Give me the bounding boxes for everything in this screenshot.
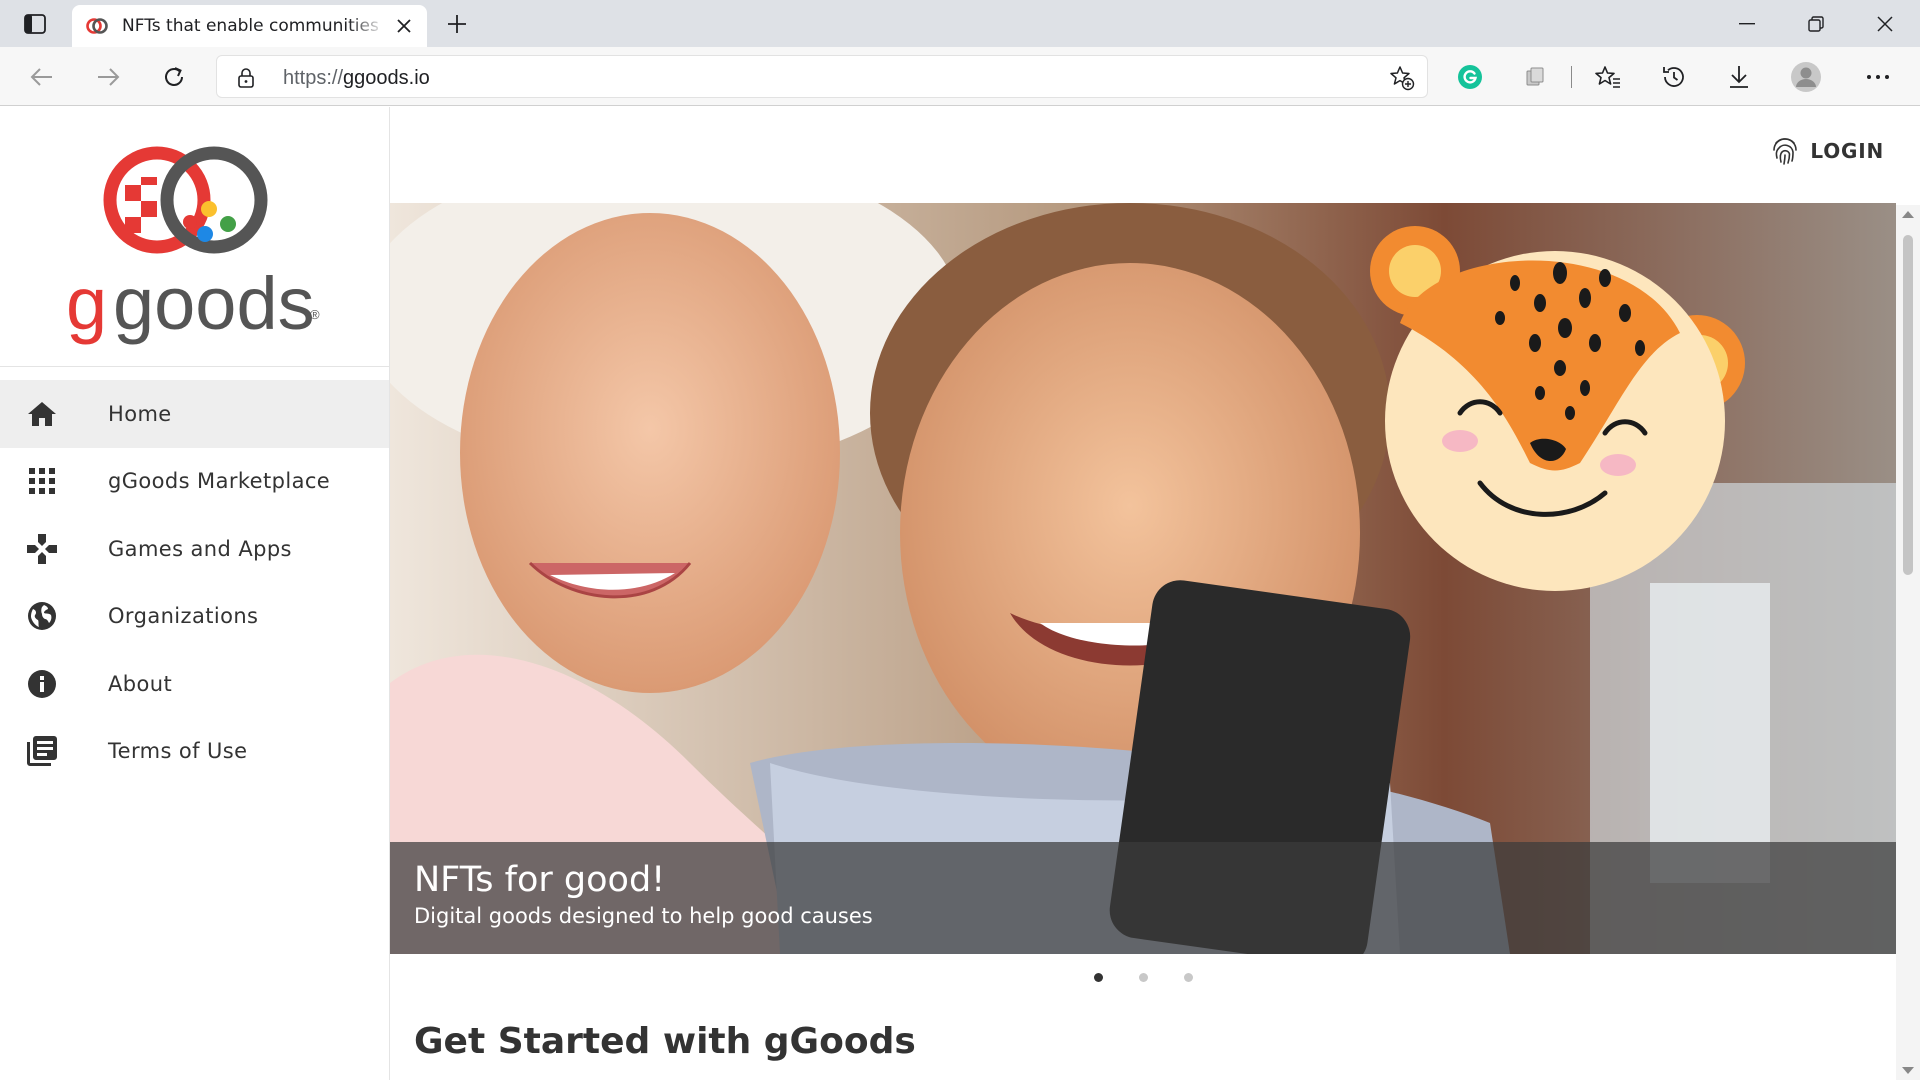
scroll-down-arrow-icon[interactable] xyxy=(1902,1067,1914,1074)
collections-extension-button[interactable] xyxy=(1515,57,1555,97)
sidebar-item-home[interactable]: Home xyxy=(0,380,389,448)
new-tab-button[interactable] xyxy=(440,9,474,39)
history-icon xyxy=(1663,67,1684,87)
address-bar[interactable]: https://ggoods.io xyxy=(216,55,1428,98)
globe-icon xyxy=(26,600,58,632)
back-button[interactable] xyxy=(22,57,62,97)
add-favorite-icon[interactable] xyxy=(1389,65,1415,95)
plus-icon xyxy=(448,15,466,33)
logo-g-letter: g xyxy=(66,262,107,345)
extension-puzzle-icon xyxy=(1526,67,1544,86)
grammarly-extension-button[interactable] xyxy=(1450,57,1490,97)
tab-close-icon[interactable] xyxy=(393,15,415,37)
sidebar-item-label: gGoods Marketplace xyxy=(108,469,331,494)
lock-icon[interactable] xyxy=(237,67,255,93)
info-icon xyxy=(26,668,58,700)
ggoods-logo[interactable]: g goods ® xyxy=(0,107,390,367)
logo-area[interactable]: g goods ® xyxy=(0,107,390,367)
restore-button[interactable] xyxy=(1783,0,1849,47)
url-scheme: https:// xyxy=(283,67,344,89)
download-icon xyxy=(1730,66,1748,88)
refresh-icon xyxy=(165,67,183,86)
arrow-left-icon xyxy=(30,68,52,86)
hero-title: NFTs for good! xyxy=(414,860,666,900)
sidebar-item-label: Games and Apps xyxy=(108,536,292,561)
section-title: Get Started with gGoods xyxy=(414,1021,916,1062)
url-host: ggoods.io xyxy=(343,67,430,89)
more-horizontal-icon xyxy=(1867,75,1889,79)
close-window-button[interactable] xyxy=(1852,0,1918,47)
tab-actions-icon xyxy=(24,14,46,34)
minimize-icon xyxy=(1739,22,1755,24)
history-button[interactable] xyxy=(1654,57,1694,97)
close-icon xyxy=(1877,15,1893,32)
sidebar: g goods ® Home gGoods Marketplace Games … xyxy=(0,107,390,1080)
browser-tabstrip: NFTs that enable communities to xyxy=(0,0,1920,47)
gamepad-icon xyxy=(26,533,58,565)
favorites-button[interactable] xyxy=(1588,57,1628,97)
sidebar-item-label: Organizations xyxy=(108,604,259,629)
profile-button[interactable] xyxy=(1786,57,1826,97)
forward-button[interactable] xyxy=(88,57,128,97)
avatar-icon xyxy=(1791,62,1821,92)
login-label: LOGIN xyxy=(1810,139,1884,163)
sidebar-item-marketplace[interactable]: gGoods Marketplace xyxy=(0,448,389,516)
sidebar-item-about[interactable]: About xyxy=(0,650,389,718)
arrow-right-icon xyxy=(98,68,120,86)
sidebar-item-games-and-apps[interactable]: Games and Apps xyxy=(0,515,389,583)
home-icon xyxy=(26,398,58,430)
browser-tab-active[interactable]: NFTs that enable communities to xyxy=(72,5,427,47)
tab-actions-button[interactable] xyxy=(18,10,52,38)
hero-subtitle: Digital goods designed to help good caus… xyxy=(414,904,873,928)
logo-registered-mark: ® xyxy=(310,307,320,322)
refresh-button[interactable] xyxy=(154,57,194,97)
scroll-thumb[interactable] xyxy=(1903,235,1913,575)
login-button[interactable]: LOGIN xyxy=(1772,131,1884,171)
fingerprint-icon xyxy=(1773,138,1798,165)
ggoods-favicon-icon xyxy=(86,15,108,37)
web-page: g goods ® Home gGoods Marketplace Games … xyxy=(0,107,1920,1080)
sidebar-item-label: About xyxy=(108,671,173,696)
carousel-indicators xyxy=(390,973,1896,993)
hero-carousel[interactable]: NFTs for good! Digital goods designed to… xyxy=(390,203,1896,954)
main-content: LOGIN NFTs for good! Digital goods desig… xyxy=(390,107,1920,1080)
grid-icon xyxy=(26,465,58,497)
carousel-dot[interactable] xyxy=(1093,973,1103,982)
sidebar-item-label: Home xyxy=(108,401,172,426)
downloads-button[interactable] xyxy=(1719,57,1759,97)
settings-more-button[interactable] xyxy=(1858,57,1898,97)
tab-title: NFTs that enable communities to xyxy=(122,16,385,36)
grammarly-icon xyxy=(1458,65,1482,89)
sidebar-item-terms-of-use[interactable]: Terms of Use xyxy=(0,718,389,786)
browser-toolbar: https://ggoods.io xyxy=(0,47,1920,106)
favorites-icon xyxy=(1595,66,1620,88)
url-text: https://ggoods.io xyxy=(283,67,430,90)
scroll-up-arrow-icon[interactable] xyxy=(1902,211,1914,218)
sidebar-item-label: Terms of Use xyxy=(108,739,248,764)
carousel-dot[interactable] xyxy=(1138,973,1148,982)
hero-caption: NFTs for good! Digital goods designed to… xyxy=(390,842,1896,954)
restore-icon xyxy=(1808,15,1824,32)
sidebar-item-organizations[interactable]: Organizations xyxy=(0,583,389,651)
carousel-dot[interactable] xyxy=(1183,973,1193,982)
page-scrollbar[interactable] xyxy=(1896,205,1920,1080)
document-icon xyxy=(26,735,58,767)
minimize-button[interactable] xyxy=(1714,0,1780,47)
toolbar-separator xyxy=(1571,66,1572,88)
logo-wordmark: goods xyxy=(113,262,315,345)
sidebar-nav: Home gGoods Marketplace Games and Apps O… xyxy=(0,380,389,785)
